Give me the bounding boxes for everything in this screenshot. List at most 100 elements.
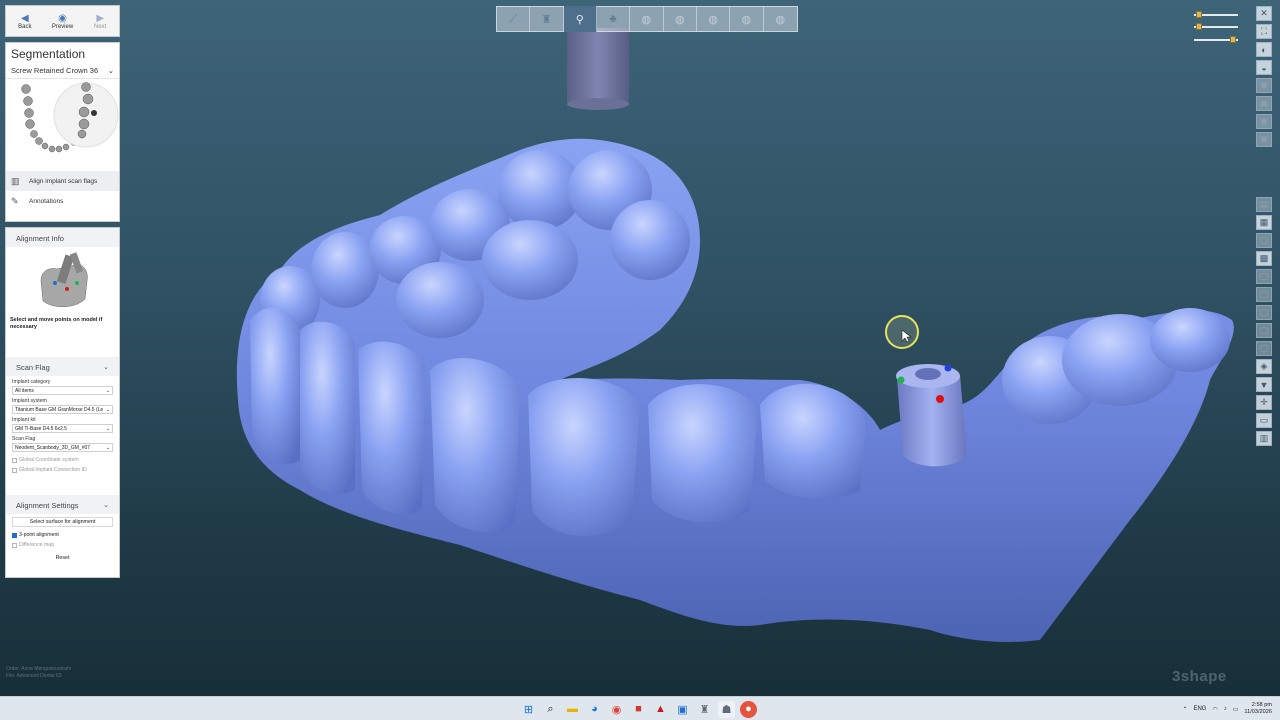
view-front-icon[interactable]: ▣ bbox=[1256, 78, 1272, 93]
annotation-icon: ✎ bbox=[11, 195, 19, 206]
tool-scanflag-icon[interactable]: ⚲ bbox=[563, 6, 597, 32]
implant-system-label: Implant system bbox=[12, 398, 47, 404]
chrome-icon[interactable]: ◉ bbox=[608, 701, 625, 718]
back-button[interactable]: ◀ Back bbox=[6, 6, 44, 36]
pdf-icon[interactable]: ▲ bbox=[652, 701, 669, 718]
search-icon[interactable]: ⌕ bbox=[542, 701, 559, 718]
dental-app-icon[interactable]: ♜ bbox=[696, 701, 713, 718]
layer-7-icon[interactable]: ▢ bbox=[1256, 323, 1272, 338]
slider-thumb[interactable] bbox=[1230, 36, 1236, 43]
implant-category-select[interactable]: All items ⌄ bbox=[12, 386, 113, 395]
tool-disabled-3-icon[interactable]: ◍ bbox=[697, 6, 731, 32]
layer-2-icon[interactable]: ▢ bbox=[1256, 233, 1272, 248]
battery-icon[interactable]: ▭ bbox=[1233, 706, 1239, 713]
reset-button[interactable]: Reset bbox=[12, 553, 113, 563]
layer-12-icon[interactable]: ▭ bbox=[1256, 413, 1272, 428]
tool-disabled-2-icon[interactable]: ◍ bbox=[664, 6, 697, 32]
edge-browser-icon[interactable]: ◕ bbox=[586, 701, 603, 718]
layer-6-icon[interactable]: ▢ bbox=[1256, 305, 1272, 320]
scan-flag-select[interactable]: Neodent_Scanbody_3D_GM_#07 ⌄ bbox=[12, 443, 113, 452]
select-surface-button[interactable]: Select surface for alignment bbox=[12, 517, 113, 527]
volume-icon[interactable]: ♪ bbox=[1224, 706, 1227, 712]
brand-logo: 3shape bbox=[1172, 668, 1227, 685]
arrow-right-icon: ▶ bbox=[96, 12, 105, 24]
preview-button[interactable]: ◉ Preview bbox=[44, 6, 82, 36]
view-sphere-icon[interactable]: ◐ bbox=[1256, 42, 1272, 57]
annotations-item[interactable]: ✎ Annotations bbox=[6, 191, 119, 211]
tool-model-icon[interactable]: ♣ bbox=[597, 6, 631, 32]
alignment-settings-header[interactable]: Alignment Settings ⌄ bbox=[6, 495, 119, 514]
checkbox-icon bbox=[12, 467, 17, 473]
align-scan-flags-item[interactable]: ▥ Align implant scan flags bbox=[6, 171, 119, 191]
scan-flag-header[interactable]: Scan Flag ⌄ bbox=[6, 357, 119, 376]
view-back-icon[interactable]: ▣ bbox=[1256, 96, 1272, 111]
chevron-down-icon: ⌄ bbox=[103, 364, 109, 371]
layer-9-icon[interactable]: ◈ bbox=[1256, 359, 1272, 374]
layer-10-icon[interactable]: ▼ bbox=[1256, 377, 1272, 392]
dental-model-render[interactable] bbox=[0, 0, 1280, 696]
checkbox-checked-icon bbox=[12, 532, 17, 538]
scan-flag-cylinder bbox=[567, 28, 629, 110]
next-button[interactable]: ▶ Next bbox=[81, 6, 119, 36]
wifi-icon[interactable]: ◠ bbox=[1212, 706, 1217, 713]
app-blue-icon[interactable]: ▣ bbox=[674, 701, 691, 718]
tool-brush-icon[interactable]: ⟋ bbox=[497, 6, 531, 32]
app-red-icon[interactable]: ■ bbox=[630, 701, 647, 718]
implant-kit-select[interactable]: GM Ti-Base D4.5 6x2.5 ⌄ bbox=[12, 424, 113, 433]
layer-13-icon[interactable]: ▥ bbox=[1256, 431, 1272, 446]
view-cap-icon[interactable]: ◒ bbox=[1256, 60, 1272, 75]
system-clock[interactable]: 2:58 pm 11/03/2026 bbox=[1244, 702, 1272, 716]
chevron-down-icon: ⌄ bbox=[105, 425, 110, 432]
scan-layer-icon[interactable]: ▦ bbox=[1256, 215, 1272, 230]
tooth-chart[interactable] bbox=[6, 79, 119, 171]
tool-implant-icon[interactable]: ♜ bbox=[530, 6, 564, 32]
language-indicator[interactable]: ENG bbox=[1193, 706, 1206, 712]
view-right-icon[interactable]: ▣ bbox=[1256, 132, 1272, 147]
tool-disabled-4-icon[interactable]: ◍ bbox=[730, 6, 764, 32]
chevron-down-icon: ⌄ bbox=[103, 502, 109, 509]
tool-disabled-5-icon[interactable]: ◍ bbox=[764, 6, 797, 32]
view-left-icon[interactable]: ▣ bbox=[1256, 114, 1272, 129]
file-line: File: Advanced Dental 63 bbox=[6, 673, 62, 679]
chevron-down-icon: ⌄ bbox=[107, 66, 114, 75]
tool-disabled-1-icon[interactable]: ◍ bbox=[630, 6, 664, 32]
alignment-point-red bbox=[936, 395, 944, 403]
alignment-illustration bbox=[34, 251, 91, 313]
wizard-nav: ◀ Back ◉ Preview ▶ Next bbox=[5, 5, 120, 37]
scan-body bbox=[896, 364, 967, 467]
windows-start-icon[interactable]: ⊞ bbox=[520, 701, 537, 718]
fullscreen-icon[interactable]: ⛶ bbox=[1256, 24, 1272, 39]
global-connection-checkbox[interactable]: Global Implant Connection ID bbox=[6, 465, 119, 475]
checkbox-icon bbox=[12, 542, 17, 548]
tray-chevron-icon[interactable]: ⌃ bbox=[1182, 706, 1187, 713]
difference-map-checkbox[interactable]: Difference map bbox=[6, 540, 119, 550]
transparency-sliders[interactable] bbox=[1194, 10, 1240, 46]
global-coordinate-checkbox[interactable]: Global Coordinate system bbox=[6, 455, 119, 465]
slider-thumb[interactable] bbox=[1196, 23, 1202, 30]
layer-5-icon[interactable]: ▢ bbox=[1256, 287, 1272, 302]
file-explorer-icon[interactable]: ▬ bbox=[564, 701, 581, 718]
checkbox-icon bbox=[12, 457, 17, 463]
close-icon[interactable]: ✕ bbox=[1256, 6, 1272, 21]
segmentation-panel: Segmentation Screw Retained Crown 36 ⌄ ▥ bbox=[5, 42, 120, 222]
layer-4-icon[interactable]: ▢ bbox=[1256, 269, 1272, 284]
3d-viewport[interactable] bbox=[0, 0, 1280, 696]
slider-thumb[interactable] bbox=[1196, 11, 1202, 18]
layer-11-icon[interactable]: ✛ bbox=[1256, 395, 1272, 410]
implant-category-label: Implant category bbox=[12, 379, 51, 385]
alignment-panel: Alignment Info Select and move points on… bbox=[5, 227, 120, 578]
layer-8-icon[interactable]: ▢ bbox=[1256, 341, 1272, 356]
order-line: Order: Anne Mengonkuntoshi bbox=[6, 666, 72, 672]
eye-icon: ◉ bbox=[58, 12, 67, 24]
chevron-down-icon: ⌄ bbox=[105, 444, 110, 451]
implant-system-select[interactable]: Titanium Base GM GranMorse D4.5 (Le ⌄ bbox=[12, 405, 113, 414]
model-layer-icon[interactable]: ▤ bbox=[1256, 197, 1272, 212]
layer-3-icon[interactable]: ▩ bbox=[1256, 251, 1272, 266]
segmentation-title: Segmentation bbox=[11, 47, 86, 61]
three-point-alignment-checkbox[interactable]: 3-point alignment bbox=[6, 530, 119, 540]
case-item-select[interactable]: Screw Retained Crown 36 ⌄ bbox=[6, 63, 119, 79]
recorder-icon[interactable]: ● bbox=[740, 700, 757, 718]
alignment-hint: Select and move points on model if neces… bbox=[10, 317, 103, 330]
alignment-point-green bbox=[897, 376, 905, 384]
dental-designer-icon[interactable]: ☗ bbox=[718, 700, 735, 718]
